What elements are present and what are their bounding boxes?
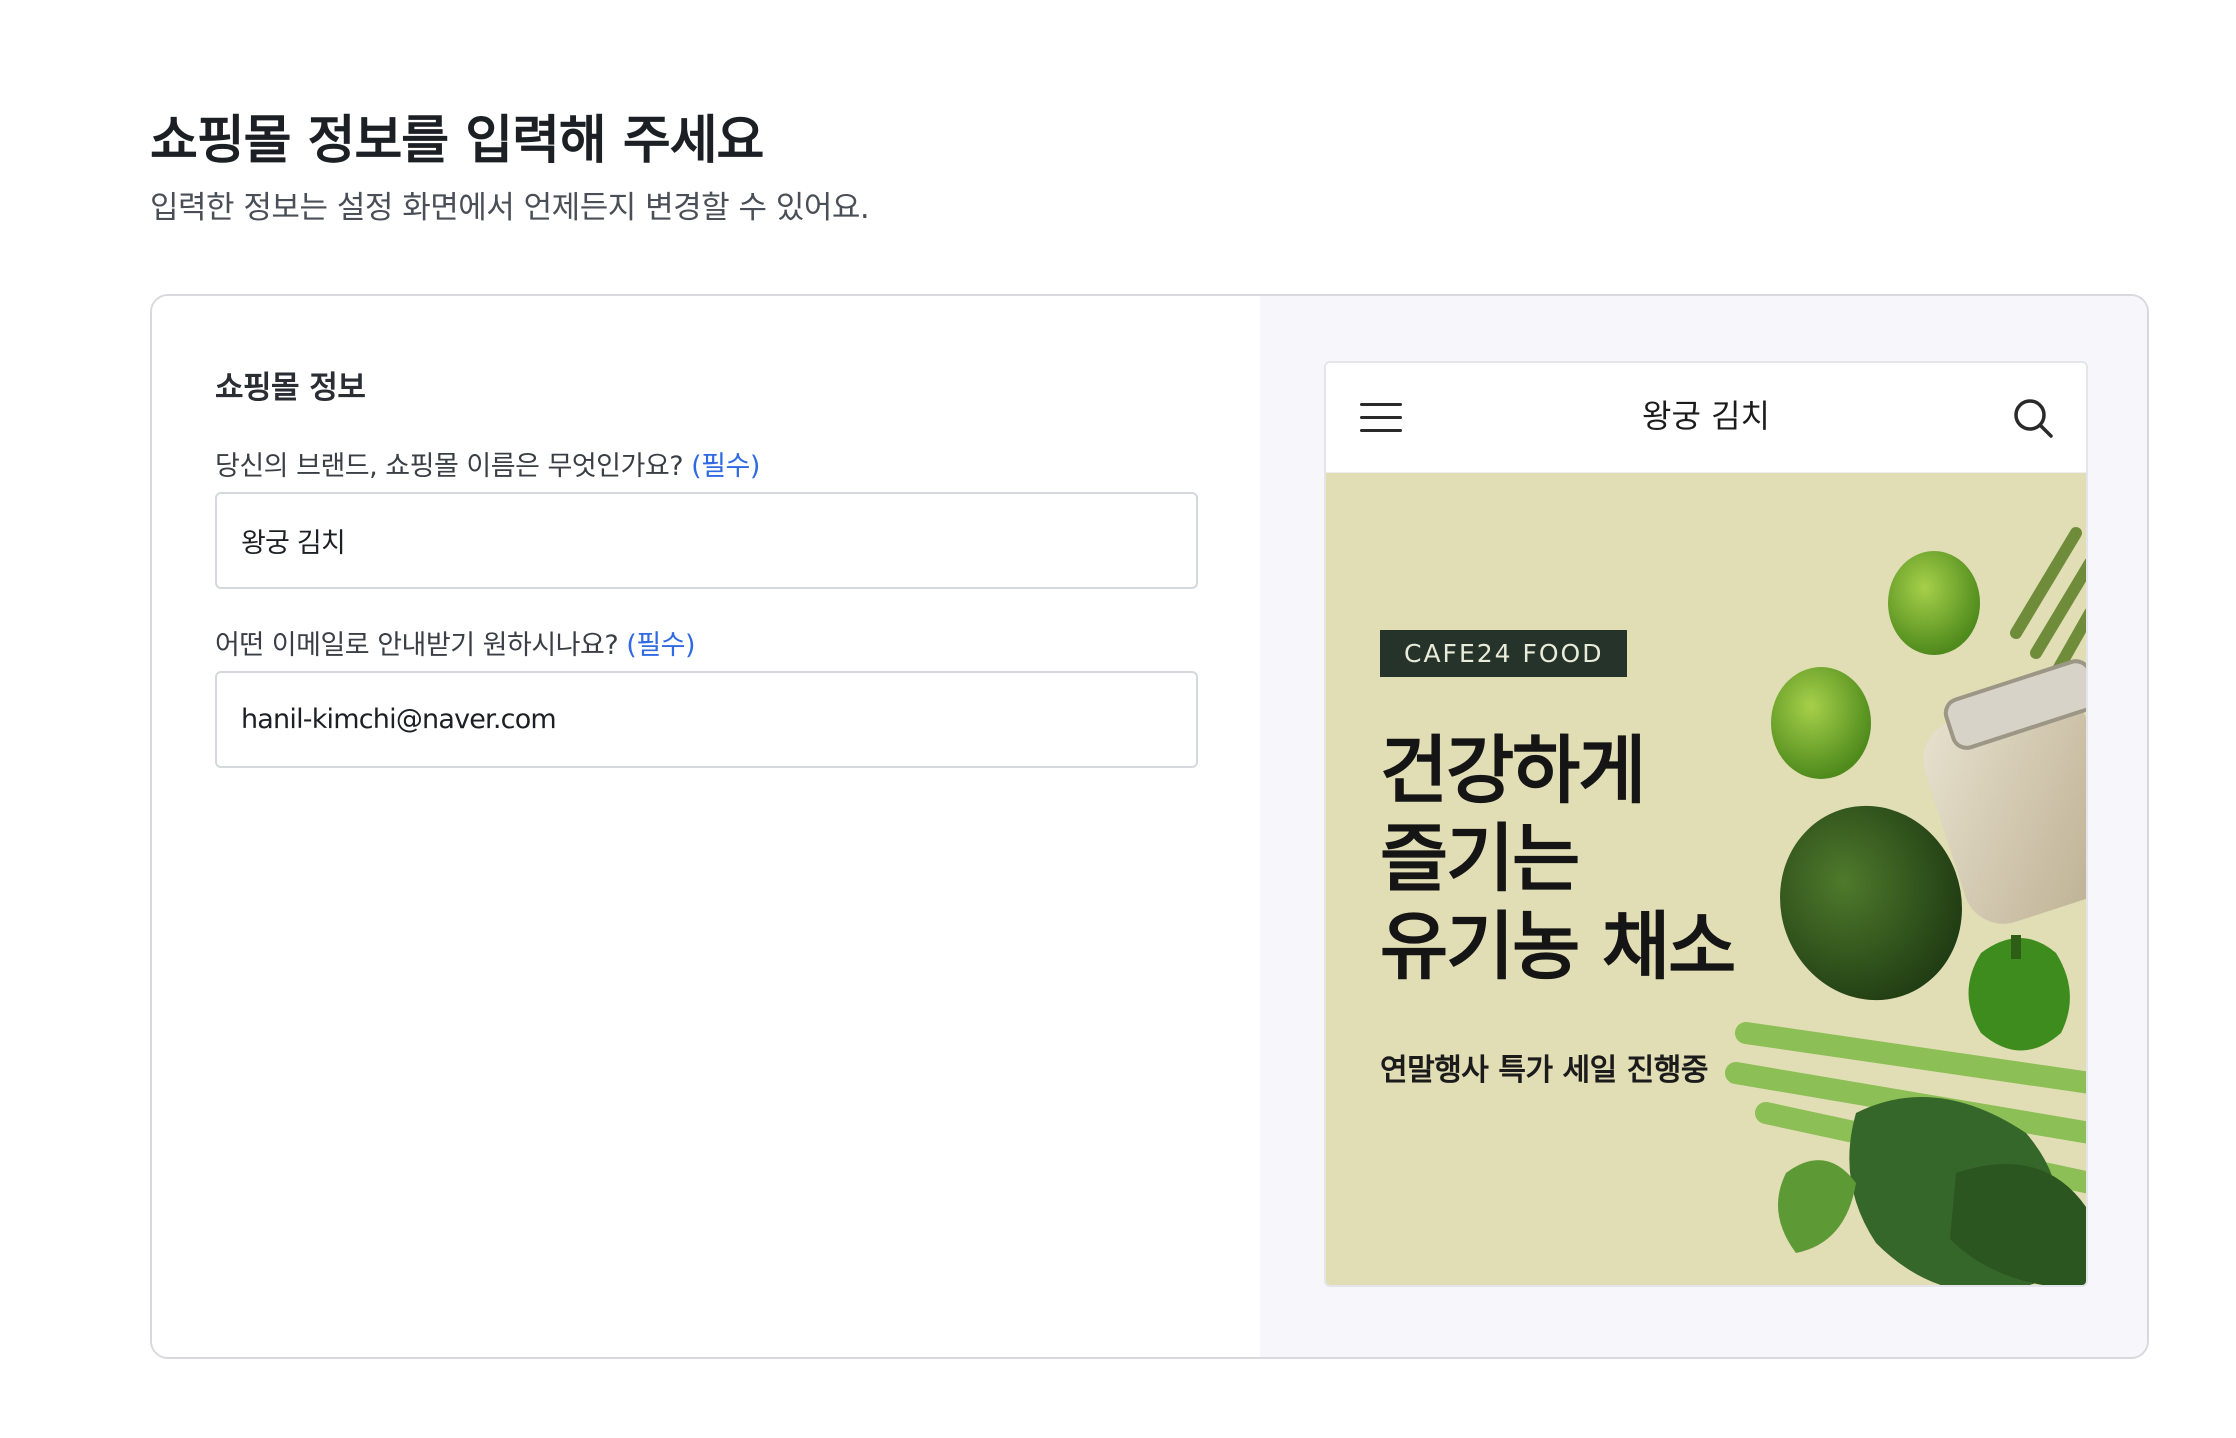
brand-name-label: 당신의 브랜드, 쇼핑몰 이름은 무엇인가요? (필수)	[215, 444, 760, 483]
preview-pane: 왕궁 김치 CAFE24 FOOD 건강하게 즐기는 유기농 채소 연말행사 특…	[1260, 296, 2147, 1357]
preview-banner: CAFE24 FOOD 건강하게 즐기는 유기농 채소 연말행사 특가 세일 진…	[1326, 473, 2086, 1285]
preview-header: 왕궁 김치	[1326, 363, 2086, 473]
vegetables-image	[1725, 527, 2086, 1285]
shop-info-card: 쇼핑몰 정보 당신의 브랜드, 쇼핑몰 이름은 무엇인가요? (필수) 어떤 이…	[150, 294, 2149, 1359]
banner-subtext: 연말행사 특가 세일 진행중	[1380, 1053, 1708, 1088]
page-subtitle: 입력한 정보는 설정 화면에서 언제든지 변경할 수 있어요.	[150, 190, 870, 226]
brand-name-input[interactable]	[215, 492, 1198, 589]
form-pane: 쇼핑몰 정보 당신의 브랜드, 쇼핑몰 이름은 무엇인가요? (필수) 어떤 이…	[152, 296, 1260, 1357]
banner-headline: 건강하게 즐기는 유기농 채소	[1380, 727, 1736, 991]
page-title: 쇼핑몰 정보를 입력해 주세요	[150, 111, 764, 171]
preview-shop-name: 왕궁 김치	[1642, 397, 1770, 435]
email-input[interactable]	[215, 671, 1198, 768]
banner-headline-line: 즐기는	[1380, 816, 1580, 902]
brand-name-label-text: 당신의 브랜드, 쇼핑몰 이름은 무엇인가요?	[215, 451, 684, 482]
mobile-shop-preview: 왕궁 김치 CAFE24 FOOD 건강하게 즐기는 유기농 채소 연말행사 특…	[1324, 361, 2088, 1287]
email-label-text: 어떤 이메일로 안내받기 원하시나요?	[215, 630, 619, 661]
brand-required-badge: (필수)	[691, 451, 760, 482]
banner-headline-line: 유기농 채소	[1380, 904, 1736, 990]
email-label: 어떤 이메일로 안내받기 원하시나요? (필수)	[215, 623, 696, 662]
banner-tag: CAFE24 FOOD	[1380, 630, 1628, 677]
banner-headline-line: 건강하게	[1380, 728, 1646, 814]
email-required-badge: (필수)	[626, 630, 696, 661]
search-icon	[2014, 399, 2053, 438]
section-title: 쇼핑몰 정보	[215, 370, 366, 406]
